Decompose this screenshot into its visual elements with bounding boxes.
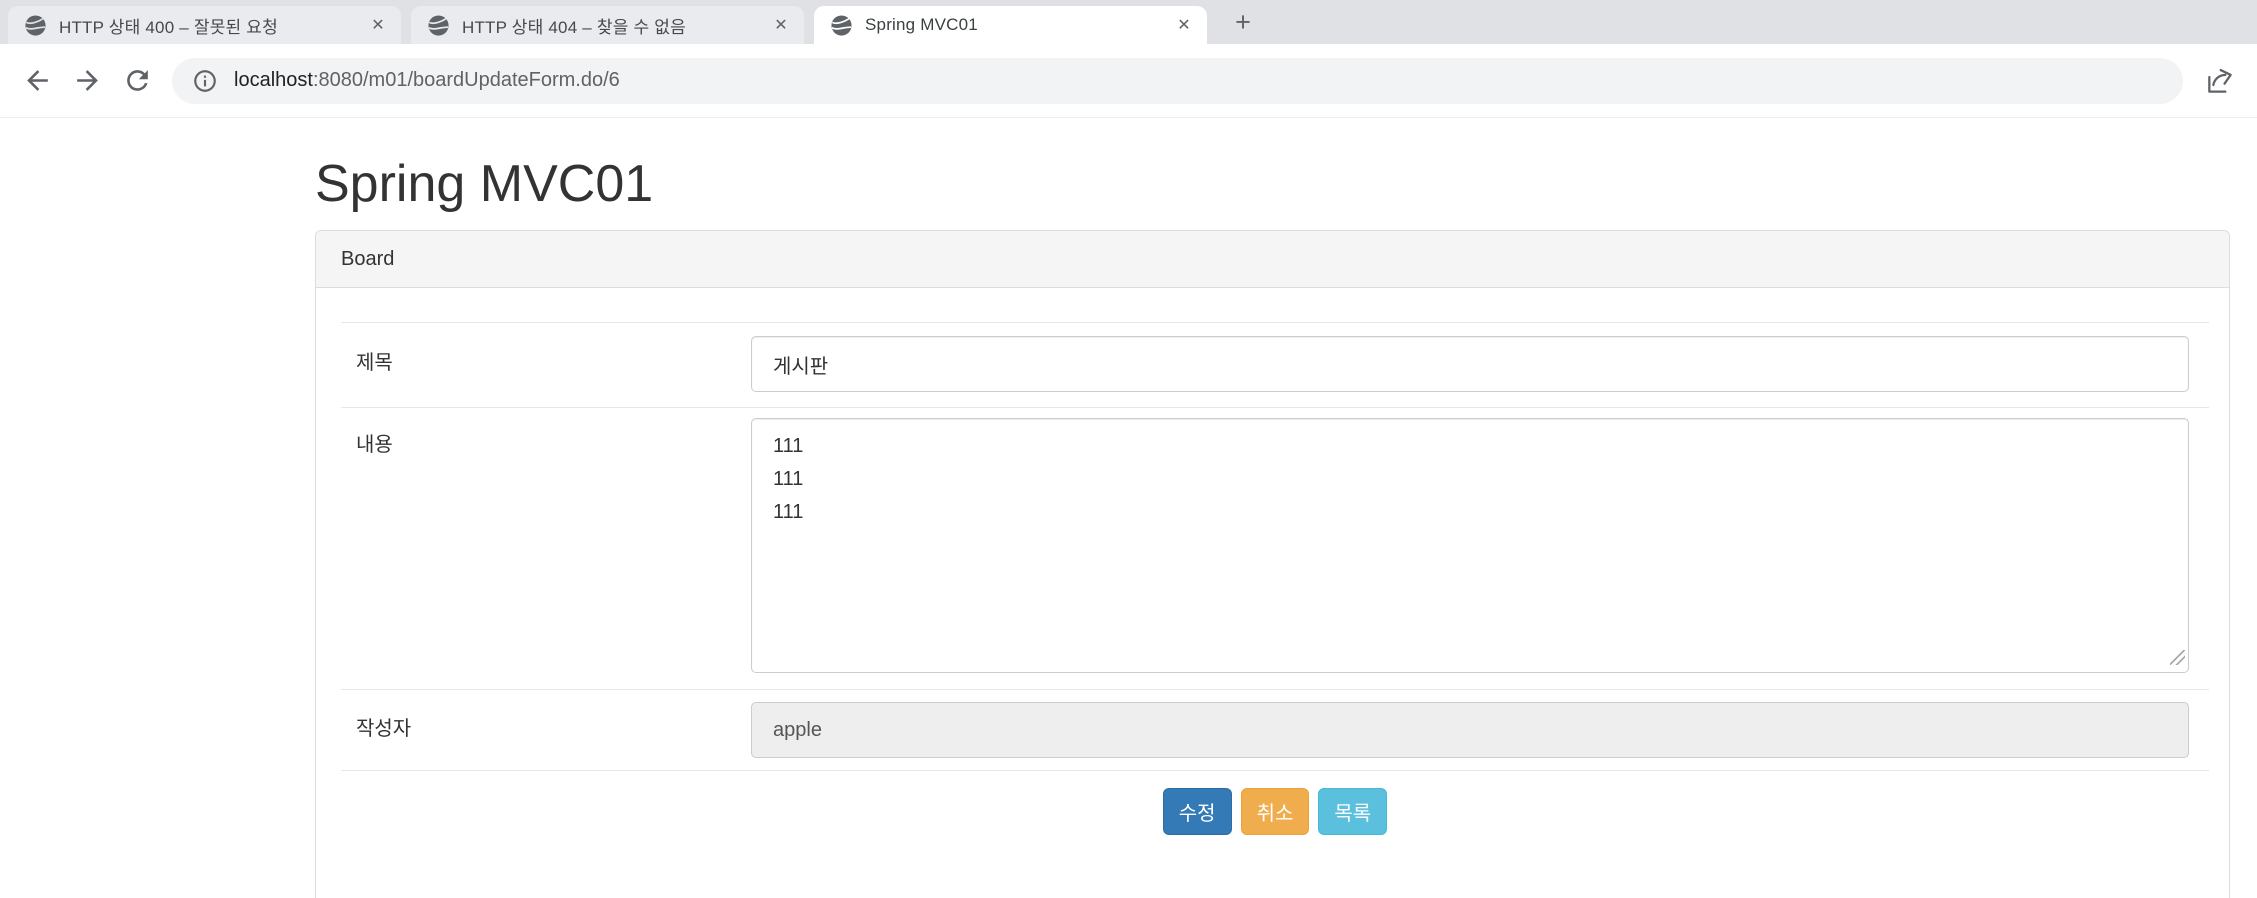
share-icon: [2208, 68, 2232, 93]
title-label: 제목: [356, 352, 393, 374]
form-row-author: 작성자: [341, 689, 2209, 770]
form-row-title: 제목: [341, 322, 2209, 407]
page-title: Spring MVC01: [315, 155, 654, 213]
close-icon[interactable]: ✕: [365, 12, 391, 38]
tab-http-400[interactable]: HTTP 상태 400 – 잘못된 요청 ✕: [8, 6, 401, 44]
content-label: 내용: [356, 434, 393, 456]
cancel-button[interactable]: 취소: [1240, 788, 1310, 835]
forward-button[interactable]: [62, 56, 112, 106]
tab-strip: HTTP 상태 400 – 잘못된 요청 ✕ HTTP 상태 404 – 찾을 …: [0, 0, 2257, 44]
board-panel: Board 제목 내용 111 111 111 작성자: [315, 230, 2230, 898]
globe-favicon-icon: [831, 14, 852, 36]
back-arrow-icon: [26, 70, 48, 91]
close-icon[interactable]: ✕: [768, 12, 794, 38]
tab-title: HTTP 상태 400 – 잘못된 요청: [59, 17, 278, 37]
reload-icon: [126, 70, 148, 91]
url-text: localhost:8080/m01/boardUpdateForm.do/6: [234, 69, 620, 92]
tab-spring-mvc01[interactable]: Spring MVC01 ✕: [814, 6, 1207, 44]
url-path: :8080/m01/boardUpdateForm.do/6: [312, 69, 620, 91]
browser-window: HTTP 상태 400 – 잘못된 요청 ✕ HTTP 상태 404 – 찾을 …: [0, 0, 2257, 898]
share-button[interactable]: [2197, 58, 2243, 104]
list-button[interactable]: 목록: [1318, 788, 1388, 835]
author-label: 작성자: [356, 718, 412, 740]
panel-heading: Board: [316, 231, 2229, 288]
forward-arrow-icon: [76, 70, 98, 91]
board-form: 제목 내용 111 111 111 작성자: [316, 288, 2229, 895]
tab-http-404[interactable]: HTTP 상태 404 – 찾을 수 없음 ✕: [411, 6, 804, 44]
update-button[interactable]: 수정: [1162, 788, 1232, 835]
globe-favicon-icon: [25, 14, 46, 36]
back-button[interactable]: [12, 56, 62, 106]
content-textarea[interactable]: 111 111 111: [751, 418, 2189, 673]
globe-favicon-icon: [428, 14, 449, 36]
author-input: [751, 702, 2189, 758]
browser-toolbar: localhost:8080/m01/boardUpdateForm.do/6: [0, 44, 2257, 118]
new-tab-button[interactable]: +: [1225, 4, 1261, 40]
reload-button[interactable]: [112, 56, 162, 106]
site-info-icon[interactable]: [192, 68, 218, 94]
close-icon[interactable]: ✕: [1171, 12, 1197, 38]
url-host: localhost: [234, 69, 313, 91]
form-row-content: 내용 111 111 111: [341, 407, 2209, 689]
tab-title: Spring MVC01: [865, 15, 978, 34]
form-row-buttons: 수정 취소 목록: [341, 770, 2209, 895]
address-bar[interactable]: localhost:8080/m01/boardUpdateForm.do/6: [172, 57, 2183, 104]
tab-title: HTTP 상태 404 – 찾을 수 없음: [462, 17, 686, 37]
title-input[interactable]: [751, 336, 2189, 392]
page-viewport: Spring MVC01 Board 제목 내용 111 111 111: [0, 118, 2257, 898]
textarea-resize-handle-icon[interactable]: [2170, 650, 2185, 665]
